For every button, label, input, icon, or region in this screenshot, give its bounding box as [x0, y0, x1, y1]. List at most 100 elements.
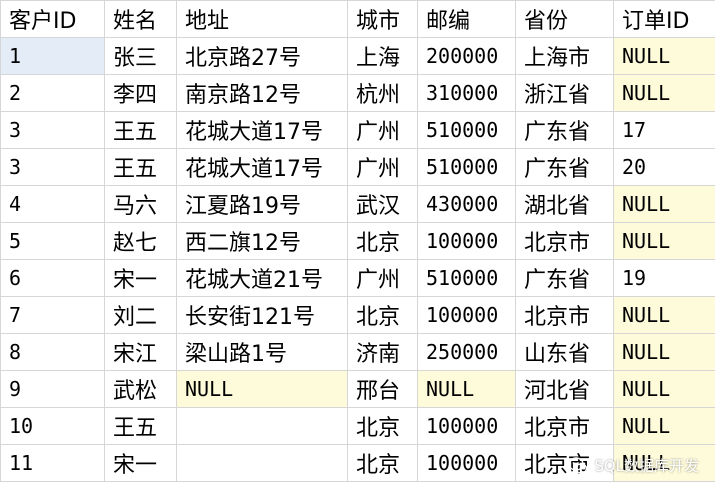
cell-name[interactable]: 马六 [104, 185, 177, 223]
cell-order-id[interactable]: NULL [613, 222, 715, 260]
cell-address[interactable] [176, 407, 348, 445]
cell-postcode[interactable]: 100000 [417, 407, 516, 445]
cell-address[interactable]: 花城大道17号 [176, 148, 348, 186]
cell-province[interactable]: 北京市 [515, 444, 614, 482]
cell-postcode[interactable]: 100000 [417, 222, 516, 260]
table-row[interactable]: 11 宋一 北京 100000 北京市 NULL [0, 444, 715, 482]
cell-order-id[interactable]: NULL [613, 185, 715, 223]
cell-customer-id[interactable]: 9 [0, 370, 105, 408]
column-header-name[interactable]: 姓名 [104, 0, 177, 38]
cell-customer-id[interactable]: 3 [0, 148, 105, 186]
cell-order-id[interactable]: NULL [613, 37, 715, 75]
cell-city[interactable]: 北京 [347, 444, 418, 482]
column-header-address[interactable]: 地址 [176, 0, 348, 38]
cell-address[interactable]: 北京路27号 [176, 37, 348, 75]
cell-customer-id[interactable]: 7 [0, 296, 105, 334]
column-header-city[interactable]: 城市 [347, 0, 418, 38]
table-row[interactable]: 7 刘二 长安街121号 北京 100000 北京市 NULL [0, 296, 715, 334]
cell-postcode[interactable]: 100000 [417, 444, 516, 482]
cell-order-id[interactable]: 17 [613, 111, 715, 149]
cell-customer-id[interactable]: 1 [0, 37, 105, 75]
table-row[interactable]: 5 赵七 西二旗12号 北京 100000 北京市 NULL [0, 222, 715, 260]
cell-postcode[interactable]: 510000 [417, 148, 516, 186]
cell-city[interactable]: 上海 [347, 37, 418, 75]
table-row[interactable]: 10 王五 北京 100000 北京市 NULL [0, 407, 715, 445]
column-header-customer-id[interactable]: 客户ID [0, 0, 105, 38]
cell-address[interactable] [176, 444, 348, 482]
cell-province[interactable]: 北京市 [515, 407, 614, 445]
cell-city[interactable]: 广州 [347, 148, 418, 186]
cell-city[interactable]: 北京 [347, 407, 418, 445]
cell-order-id[interactable]: NULL [613, 296, 715, 334]
cell-order-id[interactable]: NULL [613, 74, 715, 112]
cell-postcode[interactable]: 100000 [417, 296, 516, 334]
table-row[interactable]: 3 王五 花城大道17号 广州 510000 广东省 17 [0, 111, 715, 149]
table-row[interactable]: 1 张三 北京路27号 上海 200000 上海市 NULL [0, 37, 715, 75]
cell-customer-id[interactable]: 10 [0, 407, 105, 445]
cell-postcode[interactable]: 510000 [417, 259, 516, 297]
table-row[interactable]: 2 李四 南京路12号 杭州 310000 浙江省 NULL [0, 74, 715, 112]
cell-city[interactable]: 济南 [347, 333, 418, 371]
cell-province[interactable]: 河北省 [515, 370, 614, 408]
cell-customer-id[interactable]: 11 [0, 444, 105, 482]
cell-postcode[interactable]: 430000 [417, 185, 516, 223]
cell-order-id[interactable]: NULL [613, 444, 715, 482]
table-row[interactable]: 8 宋江 梁山路1号 济南 250000 山东省 NULL [0, 333, 715, 371]
cell-name[interactable]: 宋江 [104, 333, 177, 371]
table-row[interactable]: 6 宋一 花城大道21号 广州 510000 广东省 19 [0, 259, 715, 297]
cell-address[interactable]: 梁山路1号 [176, 333, 348, 371]
cell-province[interactable]: 山东省 [515, 333, 614, 371]
cell-name[interactable]: 赵七 [104, 222, 177, 260]
cell-customer-id[interactable]: 3 [0, 111, 105, 149]
cell-customer-id[interactable]: 5 [0, 222, 105, 260]
cell-name[interactable]: 武松 [104, 370, 177, 408]
cell-address[interactable]: NULL [176, 370, 348, 408]
cell-city[interactable]: 杭州 [347, 74, 418, 112]
cell-address[interactable]: 花城大道17号 [176, 111, 348, 149]
cell-postcode[interactable]: NULL [417, 370, 516, 408]
cell-postcode[interactable]: 250000 [417, 333, 516, 371]
column-header-order-id[interactable]: 订单ID [613, 0, 715, 38]
cell-province[interactable]: 上海市 [515, 37, 614, 75]
cell-order-id[interactable]: NULL [613, 407, 715, 445]
cell-address[interactable]: 花城大道21号 [176, 259, 348, 297]
cell-postcode[interactable]: 510000 [417, 111, 516, 149]
cell-customer-id[interactable]: 2 [0, 74, 105, 112]
cell-address[interactable]: 西二旗12号 [176, 222, 348, 260]
cell-province[interactable]: 广东省 [515, 148, 614, 186]
cell-city[interactable]: 广州 [347, 111, 418, 149]
cell-city[interactable]: 广州 [347, 259, 418, 297]
cell-city[interactable]: 北京 [347, 222, 418, 260]
table-row[interactable]: 9 武松 NULL 邢台 NULL 河北省 NULL [0, 370, 715, 408]
table-row[interactable]: 4 马六 江夏路19号 武汉 430000 湖北省 NULL [0, 185, 715, 223]
cell-order-id[interactable]: 20 [613, 148, 715, 186]
cell-address[interactable]: 江夏路19号 [176, 185, 348, 223]
table-row[interactable]: 3 王五 花城大道17号 广州 510000 广东省 20 [0, 148, 715, 186]
cell-name[interactable]: 张三 [104, 37, 177, 75]
cell-name[interactable]: 宋一 [104, 259, 177, 297]
cell-province[interactable]: 北京市 [515, 222, 614, 260]
cell-name[interactable]: 王五 [104, 148, 177, 186]
cell-city[interactable]: 北京 [347, 296, 418, 334]
cell-name[interactable]: 王五 [104, 111, 177, 149]
cell-customer-id[interactable]: 6 [0, 259, 105, 297]
cell-order-id[interactable]: NULL [613, 370, 715, 408]
cell-province[interactable]: 北京市 [515, 296, 614, 334]
cell-city[interactable]: 武汉 [347, 185, 418, 223]
column-header-postcode[interactable]: 邮编 [417, 0, 516, 38]
cell-address[interactable]: 南京路12号 [176, 74, 348, 112]
cell-customer-id[interactable]: 4 [0, 185, 105, 223]
cell-order-id[interactable]: NULL [613, 333, 715, 371]
cell-province[interactable]: 广东省 [515, 259, 614, 297]
column-header-province[interactable]: 省份 [515, 0, 614, 38]
cell-name[interactable]: 王五 [104, 407, 177, 445]
cell-postcode[interactable]: 310000 [417, 74, 516, 112]
cell-province[interactable]: 湖北省 [515, 185, 614, 223]
cell-province[interactable]: 广东省 [515, 111, 614, 149]
cell-province[interactable]: 浙江省 [515, 74, 614, 112]
cell-name[interactable]: 宋一 [104, 444, 177, 482]
cell-customer-id[interactable]: 8 [0, 333, 105, 371]
cell-postcode[interactable]: 200000 [417, 37, 516, 75]
cell-order-id[interactable]: 19 [613, 259, 715, 297]
cell-city[interactable]: 邢台 [347, 370, 418, 408]
